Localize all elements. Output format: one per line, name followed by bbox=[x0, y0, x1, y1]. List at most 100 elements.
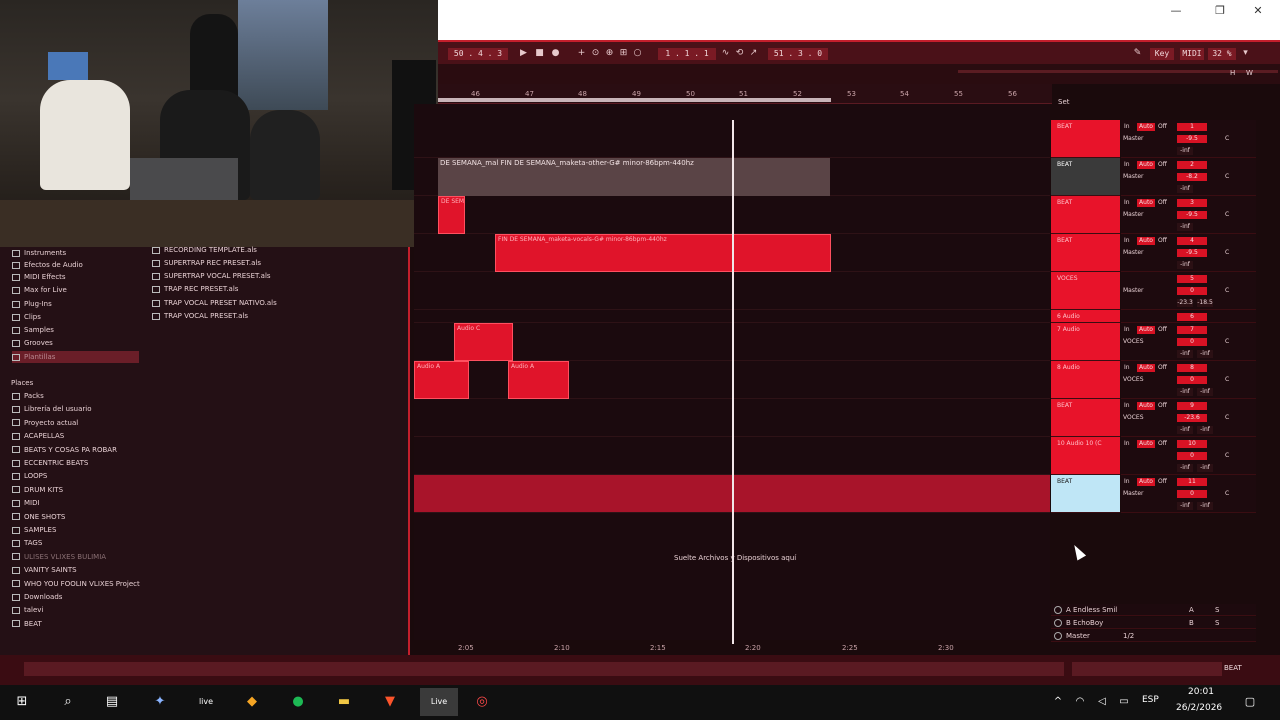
solo-button[interactable] bbox=[1216, 402, 1222, 410]
metronome-icon[interactable]: ○ bbox=[632, 48, 643, 59]
category-samples[interactable]: Samples bbox=[12, 324, 54, 336]
track-header[interactable]: BEAT bbox=[1051, 399, 1120, 437]
place-item[interactable]: Downloads bbox=[12, 591, 62, 603]
copilot-icon[interactable]: ✦ bbox=[146, 688, 174, 716]
fold-icon[interactable] bbox=[1054, 606, 1062, 614]
track-header[interactable]: BEAT bbox=[1051, 196, 1120, 234]
category-plugins[interactable]: Plug-Ins bbox=[12, 298, 52, 310]
volume-value[interactable]: -23.6 bbox=[1177, 414, 1207, 422]
clock-time[interactable]: 20:01 bbox=[1188, 687, 1214, 697]
volume-value[interactable]: 0 bbox=[1177, 338, 1207, 346]
place-item[interactable]: DRUM KITS bbox=[12, 484, 63, 496]
volume-value[interactable]: -9.5 bbox=[1177, 135, 1207, 143]
return-track[interactable]: Master 1/2 bbox=[1051, 630, 1256, 642]
monitor-auto-button[interactable]: Auto bbox=[1137, 478, 1155, 486]
arm-button[interactable] bbox=[1233, 237, 1239, 245]
pan-value[interactable]: C bbox=[1225, 414, 1233, 422]
place-item[interactable]: MIDI bbox=[12, 497, 40, 509]
output-routing[interactable]: VOCES bbox=[1123, 414, 1153, 422]
category-audio-effects[interactable]: Efectos de Audio bbox=[12, 259, 83, 271]
arm-button[interactable] bbox=[1233, 478, 1239, 486]
loop-length[interactable]: 51 . 3 . 0 bbox=[768, 48, 828, 60]
audio-clip[interactable]: Audio A bbox=[414, 361, 469, 399]
volume-value[interactable]: 0 bbox=[1177, 490, 1207, 498]
solo-button[interactable] bbox=[1216, 237, 1222, 245]
monitor-in-button[interactable]: In bbox=[1124, 478, 1134, 486]
pan-value[interactable]: C bbox=[1225, 249, 1233, 257]
output-routing[interactable]: VOCES bbox=[1123, 338, 1153, 346]
file-item[interactable]: SUPERTRAP VOCAL PRESET.als bbox=[152, 270, 271, 282]
search-icon[interactable]: ⌕ bbox=[54, 688, 82, 716]
volume-value[interactable]: -9.5 bbox=[1177, 249, 1207, 257]
monitor-off-button[interactable]: Off bbox=[1158, 440, 1172, 448]
output-routing[interactable]: Master bbox=[1123, 173, 1153, 181]
arm-button[interactable] bbox=[1233, 440, 1239, 448]
pan-value[interactable]: C bbox=[1225, 376, 1233, 384]
monitor-in-button[interactable]: In bbox=[1124, 440, 1134, 448]
beat-ruler[interactable]: 46 47 48 49 50 51 52 53 54 55 56 bbox=[438, 84, 1052, 104]
return-track[interactable]: B EchoBoy B S bbox=[1051, 617, 1256, 629]
monitor-off-button[interactable]: Off bbox=[1158, 326, 1172, 334]
track-header[interactable]: BEAT bbox=[1051, 475, 1120, 513]
monitor-auto-button[interactable]: Auto bbox=[1137, 237, 1155, 245]
pan-value[interactable]: C bbox=[1225, 287, 1233, 295]
volume-value[interactable]: -8.2 bbox=[1177, 173, 1207, 181]
capture-icon[interactable]: ⊞ bbox=[618, 48, 629, 59]
pan-value[interactable]: C bbox=[1225, 173, 1233, 181]
pencil-icon[interactable]: ✎ bbox=[1132, 48, 1143, 59]
track-header[interactable]: BEAT bbox=[1051, 158, 1120, 196]
clock-date[interactable]: 26/2/2026 bbox=[1176, 703, 1222, 713]
track-header[interactable]: 6 Audio bbox=[1051, 310, 1120, 323]
track-header[interactable]: BEAT bbox=[1051, 234, 1120, 272]
arm-button[interactable] bbox=[1233, 123, 1239, 131]
arm-button[interactable] bbox=[1233, 402, 1239, 410]
overdub-icon[interactable]: + bbox=[576, 48, 587, 59]
live-app-icon[interactable]: live bbox=[192, 688, 220, 716]
monitor-auto-button[interactable]: Auto bbox=[1137, 123, 1155, 131]
solo-button[interactable] bbox=[1216, 123, 1222, 131]
track-number-button[interactable]: 10 bbox=[1177, 440, 1207, 448]
volume-value[interactable]: 0 bbox=[1177, 287, 1207, 295]
solo-button[interactable]: S bbox=[1215, 619, 1219, 627]
arrangement-overview[interactable]: H W bbox=[438, 64, 1280, 84]
monitor-off-button[interactable]: Off bbox=[1158, 364, 1172, 372]
output-routing[interactable]: Master bbox=[1123, 490, 1153, 498]
monitor-in-button[interactable]: In bbox=[1124, 161, 1134, 169]
place-item[interactable]: talevi bbox=[12, 604, 43, 616]
spotify-icon[interactable]: ● bbox=[284, 688, 312, 716]
loop-brace[interactable] bbox=[438, 98, 831, 102]
place-item[interactable]: ONE SHOTS bbox=[12, 511, 65, 523]
monitor-auto-button[interactable]: Auto bbox=[1137, 199, 1155, 207]
solo-button[interactable] bbox=[1216, 364, 1222, 372]
loop-icon[interactable]: ⟲ bbox=[734, 48, 745, 59]
chevron-down-icon[interactable]: ▾ bbox=[1240, 48, 1251, 59]
audio-clip[interactable]: DE SEM bbox=[438, 196, 465, 234]
solo-button[interactable] bbox=[1216, 161, 1222, 169]
session-record-icon[interactable]: ⊕ bbox=[604, 48, 615, 59]
song-position[interactable]: 50 . 4 . 3 bbox=[448, 48, 508, 60]
file-item[interactable]: SUPERTRAP REC PRESET.als bbox=[152, 257, 261, 269]
language-indicator[interactable]: ESP bbox=[1142, 695, 1159, 705]
volume-value[interactable]: 0 bbox=[1177, 376, 1207, 384]
place-item[interactable]: ECCENTRIC BEATS bbox=[12, 457, 88, 469]
file-item[interactable]: TRAP REC PRESET.als bbox=[152, 283, 238, 295]
monitor-in-button[interactable]: In bbox=[1124, 326, 1134, 334]
file-item[interactable]: RECORDING TEMPLATE.als bbox=[152, 244, 257, 256]
file-item[interactable]: TRAP VOCAL PRESET.als bbox=[152, 310, 248, 322]
monitor-in-button[interactable]: In bbox=[1124, 123, 1134, 131]
windows-start-icon[interactable]: ⊞ bbox=[8, 688, 36, 716]
monitor-auto-button[interactable]: Auto bbox=[1137, 326, 1155, 334]
track-header[interactable]: 10 Audio 10 (C bbox=[1051, 437, 1120, 475]
audio-clip[interactable]: Audio A bbox=[508, 361, 569, 399]
track-number-button[interactable]: 3 bbox=[1177, 199, 1207, 207]
return-letter[interactable]: 1/2 bbox=[1123, 632, 1134, 640]
return-letter[interactable]: A bbox=[1189, 606, 1194, 614]
category-midi-effects[interactable]: MIDI Effects bbox=[12, 271, 66, 283]
solo-button[interactable] bbox=[1216, 199, 1222, 207]
place-item[interactable]: WHO YOU FOOLIN VLIXES Project bbox=[12, 578, 140, 590]
file-explorer-icon[interactable]: ▬ bbox=[330, 688, 358, 716]
monitor-off-button[interactable]: Off bbox=[1158, 478, 1172, 486]
output-routing[interactable]: Master bbox=[1123, 211, 1153, 219]
ableton-live-icon[interactable]: Live bbox=[420, 688, 458, 716]
track-number-button[interactable]: 4 bbox=[1177, 237, 1207, 245]
